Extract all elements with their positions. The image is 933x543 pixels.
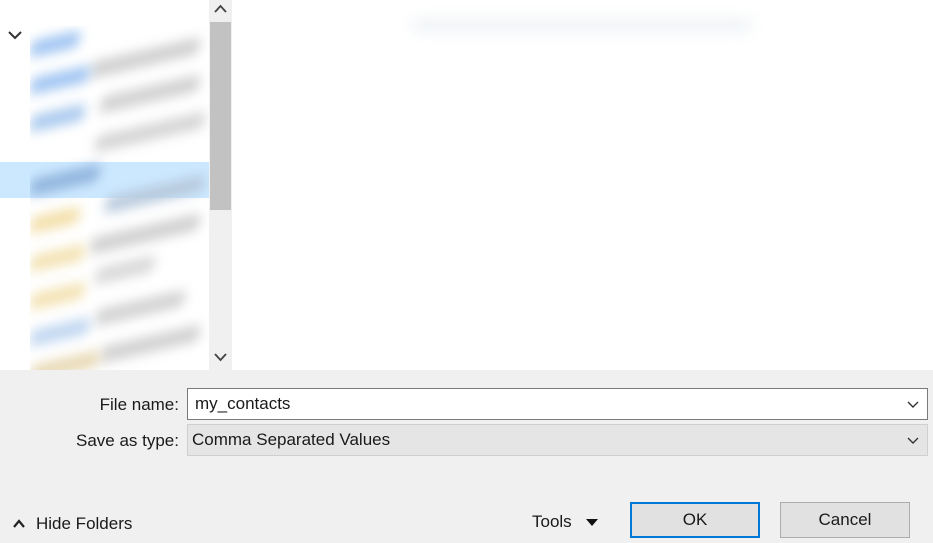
tree-row[interactable] [30, 243, 85, 273]
file-name-label: File name: [99, 395, 179, 414]
navigation-pane[interactable] [0, 0, 209, 370]
hide-folders-label: Hide Folders [36, 514, 133, 533]
tree-row[interactable] [30, 281, 85, 311]
tree-row[interactable] [95, 111, 205, 153]
chevron-down-icon[interactable] [212, 348, 229, 365]
blurred-folder-list [30, 26, 209, 370]
hide-folders-button[interactable]: Hide Folders [12, 512, 132, 536]
tree-row[interactable] [95, 255, 155, 285]
tools-label: Tools [532, 512, 572, 531]
browse-area [0, 0, 933, 370]
blurred-empty-message [412, 18, 752, 32]
chevron-down-icon[interactable] [6, 26, 24, 44]
nav-scrollbar[interactable] [209, 0, 232, 370]
save-as-type-label: Save as type: [75, 431, 179, 450]
ok-button[interactable]: OK [630, 502, 760, 538]
tree-row[interactable] [30, 30, 80, 58]
selected-folder-highlight [0, 162, 32, 198]
chevron-down-icon[interactable] [899, 425, 927, 455]
save-as-type-select[interactable]: Comma Separated Values [187, 424, 928, 456]
tree-row[interactable] [95, 289, 185, 327]
tree-row[interactable] [90, 213, 200, 255]
cancel-button[interactable]: Cancel [780, 502, 910, 538]
file-list-pane[interactable] [232, 0, 933, 370]
tree-row[interactable] [100, 324, 200, 364]
tree-row[interactable] [30, 65, 90, 95]
chevron-up-icon[interactable] [212, 1, 229, 18]
file-name-input[interactable]: my_contacts [188, 394, 899, 414]
chevron-down-icon[interactable] [899, 389, 927, 419]
caret-down-icon [585, 512, 598, 532]
chevron-up-icon [13, 519, 25, 528]
scrollbar-thumb[interactable] [210, 22, 231, 210]
tree-row[interactable] [30, 206, 80, 234]
tree-row[interactable] [90, 37, 200, 79]
tree-row[interactable] [30, 103, 85, 133]
ok-label: OK [682, 510, 708, 529]
tools-menu-button[interactable]: Tools [532, 510, 598, 534]
tree-row[interactable] [30, 317, 90, 347]
file-name-combobox[interactable]: my_contacts [187, 388, 928, 420]
cancel-label: Cancel [818, 510, 872, 529]
tree-row[interactable] [100, 74, 200, 114]
save-as-type-value: Comma Separated Values [192, 430, 391, 449]
tree-row[interactable] [30, 349, 100, 370]
